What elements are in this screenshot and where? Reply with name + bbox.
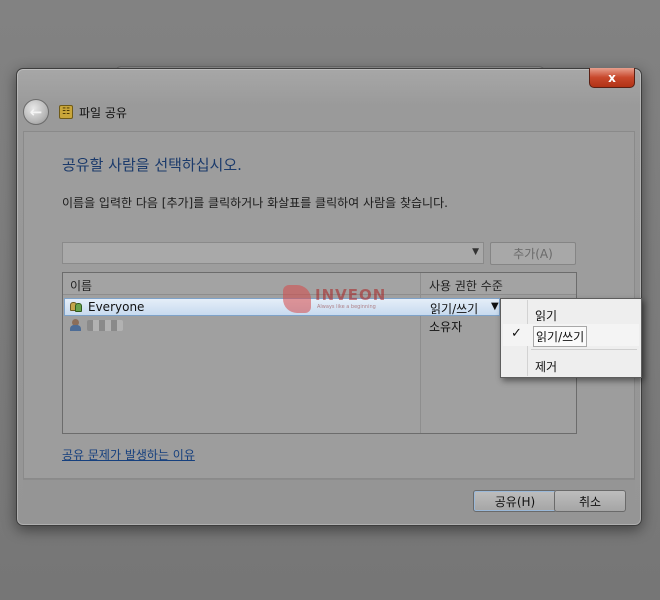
menu-item-label: 제거 (535, 360, 558, 374)
menu-item-read[interactable]: 읽기 (503, 303, 639, 325)
row-permission[interactable]: 읽기/쓰기 (430, 300, 478, 317)
row-permission: 소유자 (429, 320, 463, 334)
row-name: Everyone (88, 300, 145, 314)
watermark-subtitle: Always like a beginning (317, 304, 376, 310)
page-title: 공유할 사람을 선택하십시오. (62, 156, 242, 174)
watermark-logo: INVEON Always like a beginning (283, 283, 387, 315)
watermark-text: INVEON (315, 286, 387, 304)
users-icon (69, 300, 84, 314)
menu-item-remove[interactable]: 제거 (503, 354, 639, 376)
menu-item-label: 읽기/쓰기 (533, 326, 588, 347)
menu-item-label: 읽기 (535, 309, 558, 323)
window-title: 파일 공유 (79, 105, 127, 120)
instruction-text: 이름을 입력한 다음 [추가]를 클릭하거나 화살표를 클릭하여 사람을 찾습니… (62, 196, 448, 210)
menu-item-read-write[interactable]: ✓ 읽기/쓰기 (503, 324, 639, 347)
title-bar: ← ☷ 파일 공유 (23, 97, 635, 127)
add-button[interactable]: 추가(A) (490, 242, 576, 265)
share-button[interactable]: 공유(H) (473, 490, 557, 512)
user-name-combobox[interactable]: ▼ (62, 242, 484, 264)
sharing-icon: ☷ (59, 105, 73, 119)
arrow-left-icon: ← (29, 103, 43, 121)
permission-context-menu: 읽기 ✓ 읽기/쓰기 제거 (500, 298, 642, 378)
chevron-down-icon[interactable]: ▼ (472, 247, 479, 257)
dropdown-arrow-icon[interactable]: ▼ (491, 301, 499, 312)
help-link[interactable]: 공유 문제가 발생하는 이유 (62, 446, 195, 463)
checkmark-icon: ✓ (511, 326, 522, 341)
back-button[interactable]: ← (23, 99, 49, 125)
cancel-button[interactable]: 취소 (554, 490, 626, 512)
column-header-permission[interactable]: 사용 권한 수준 (429, 277, 503, 294)
table-row[interactable]: 소유자 (64, 317, 500, 335)
user-icon (68, 318, 83, 332)
obscured-user-name (87, 320, 123, 331)
column-divider (420, 273, 421, 433)
brand-logo-icon (283, 285, 311, 313)
table-row[interactable]: Everyone 읽기/쓰기 ▼ (64, 298, 500, 316)
column-header-name[interactable]: 이름 (70, 277, 92, 294)
dialog-footer: 공유(H) 취소 (23, 479, 635, 519)
menu-separator (531, 349, 637, 350)
close-button[interactable]: x (589, 68, 635, 88)
